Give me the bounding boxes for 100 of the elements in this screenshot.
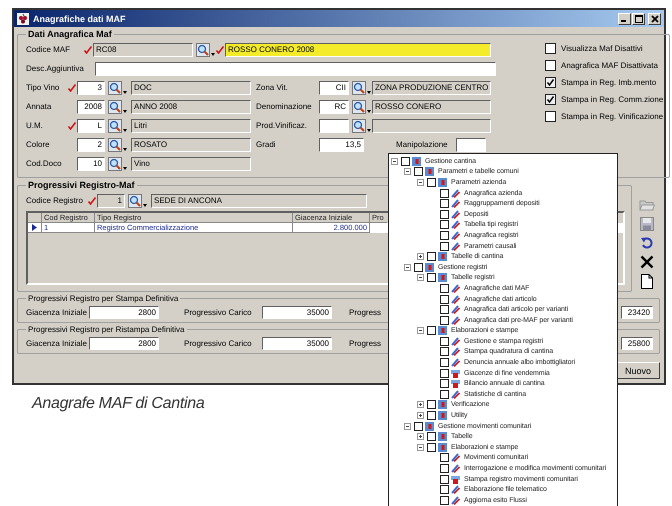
checkbox[interactable] — [545, 110, 556, 122]
checkbox[interactable] — [440, 188, 449, 198]
description-field[interactable] — [372, 118, 491, 132]
checkbox[interactable] — [440, 347, 449, 356]
checkbox[interactable] — [545, 94, 556, 104]
checkbox[interactable] — [545, 42, 556, 54]
number-field[interactable]: 25800 — [621, 336, 653, 350]
checkbox[interactable] — [414, 422, 423, 431]
checkbox[interactable] — [440, 379, 449, 388]
checkbox[interactable] — [440, 358, 449, 368]
text-field[interactable] — [456, 138, 486, 152]
checkbox[interactable] — [440, 390, 449, 399]
checkbox[interactable] — [440, 368, 449, 378]
save-icon[interactable] — [640, 217, 654, 231]
new-button[interactable]: Nuovo — [616, 362, 660, 379]
number-field[interactable]: 35000 — [262, 336, 332, 350]
checkbox[interactable] — [440, 242, 449, 251]
close-button[interactable] — [648, 12, 661, 24]
checkbox[interactable] — [427, 432, 436, 442]
expand-toggle-icon[interactable] — [404, 422, 411, 430]
checkbox[interactable] — [440, 220, 449, 230]
code-field[interactable]: 1 — [97, 194, 125, 208]
description-field[interactable]: ROSSO CONERO 2008 — [225, 42, 491, 56]
maximize-button[interactable] — [632, 12, 645, 24]
checkbox[interactable] — [427, 178, 436, 187]
lookup-button[interactable] — [128, 194, 148, 208]
close-icon — [650, 14, 658, 22]
expand-toggle-icon[interactable] — [417, 433, 424, 440]
expand-toggle-icon[interactable] — [417, 327, 424, 334]
minimize-button[interactable] — [618, 12, 631, 24]
checkbox[interactable] — [545, 76, 556, 88]
lookup-button[interactable] — [352, 80, 372, 94]
checkbox[interactable] — [440, 284, 449, 293]
checkbox[interactable] — [414, 167, 423, 176]
checkbox[interactable] — [427, 411, 436, 420]
checkbox[interactable] — [440, 485, 449, 494]
description-field[interactable]: SEDE DI ANCONA — [151, 194, 367, 208]
lookup-button[interactable] — [352, 100, 372, 114]
undo-icon[interactable] — [640, 236, 654, 250]
expand-toggle-icon[interactable] — [404, 168, 411, 176]
book-icon — [438, 442, 447, 452]
description-field[interactable]: DOC — [131, 80, 251, 94]
lookup-button[interactable] — [108, 100, 128, 114]
lookup-button[interactable] — [108, 80, 128, 94]
text-field[interactable] — [95, 62, 496, 76]
checkbox[interactable] — [440, 336, 449, 346]
checkbox[interactable] — [440, 305, 449, 314]
expand-toggle-icon[interactable] — [417, 444, 424, 451]
checkbox[interactable] — [440, 199, 449, 208]
expand-toggle-icon[interactable] — [391, 158, 398, 165]
expand-toggle-icon[interactable] — [417, 401, 424, 408]
checkbox[interactable] — [440, 496, 449, 505]
checkbox[interactable] — [427, 273, 436, 282]
checkbox[interactable] — [545, 60, 556, 70]
number-field[interactable]: 35000 — [262, 306, 332, 318]
description-field[interactable]: ANNO 2008 — [131, 100, 251, 114]
code-field[interactable]: L — [77, 118, 105, 132]
checkbox[interactable] — [440, 464, 449, 474]
checkbox[interactable] — [401, 156, 410, 166]
code-field[interactable]: RC08 — [93, 42, 193, 56]
expand-toggle-icon[interactable] — [417, 178, 424, 186]
code-field[interactable]: CII — [319, 80, 349, 94]
expand-toggle-icon[interactable] — [417, 274, 424, 282]
checkbox[interactable] — [440, 230, 449, 240]
expand-toggle-icon[interactable] — [417, 412, 424, 420]
checkbox[interactable] — [440, 316, 449, 325]
number-field[interactable]: 2800 — [89, 306, 159, 318]
checkbox[interactable] — [427, 252, 436, 262]
code-field[interactable]: 3 — [77, 80, 105, 94]
description-field[interactable]: ROSSO CONERO — [372, 100, 491, 114]
row-indicator[interactable] — [28, 223, 42, 233]
expand-toggle-icon[interactable] — [417, 253, 424, 260]
checkbox[interactable] — [440, 474, 449, 484]
number-field[interactable]: 2800 — [89, 336, 159, 350]
lookup-button[interactable] — [196, 42, 216, 56]
code-field[interactable] — [319, 118, 349, 132]
code-field[interactable]: 10 — [77, 156, 105, 170]
checkbox[interactable] — [414, 262, 423, 272]
lookup-button[interactable] — [352, 118, 372, 132]
code-field[interactable]: RC — [319, 100, 349, 114]
number-field[interactable]: 13,5 — [319, 138, 364, 152]
lookup-button[interactable] — [108, 156, 128, 170]
new-document-icon[interactable] — [641, 274, 653, 289]
code-field[interactable]: 2 — [77, 138, 105, 152]
description-field[interactable]: Vino — [131, 156, 251, 170]
description-field[interactable]: ROSATO — [131, 138, 251, 152]
number-field[interactable]: 23420 — [621, 306, 653, 318]
description-field[interactable]: Litri — [131, 118, 251, 132]
checkbox[interactable] — [440, 453, 449, 462]
code-field[interactable]: 2008 — [77, 100, 105, 114]
delete-icon[interactable] — [640, 255, 654, 269]
checkbox[interactable] — [427, 442, 436, 452]
checkbox[interactable] — [427, 400, 436, 410]
expand-toggle-icon[interactable] — [404, 264, 411, 271]
checkbox[interactable] — [440, 294, 449, 304]
checkbox[interactable] — [440, 210, 449, 219]
lookup-button[interactable] — [108, 118, 128, 132]
lookup-button[interactable] — [108, 138, 128, 152]
description-field[interactable]: ZONA PRODUZIONE CENTRO — [372, 80, 491, 94]
checkbox[interactable] — [427, 326, 436, 336]
